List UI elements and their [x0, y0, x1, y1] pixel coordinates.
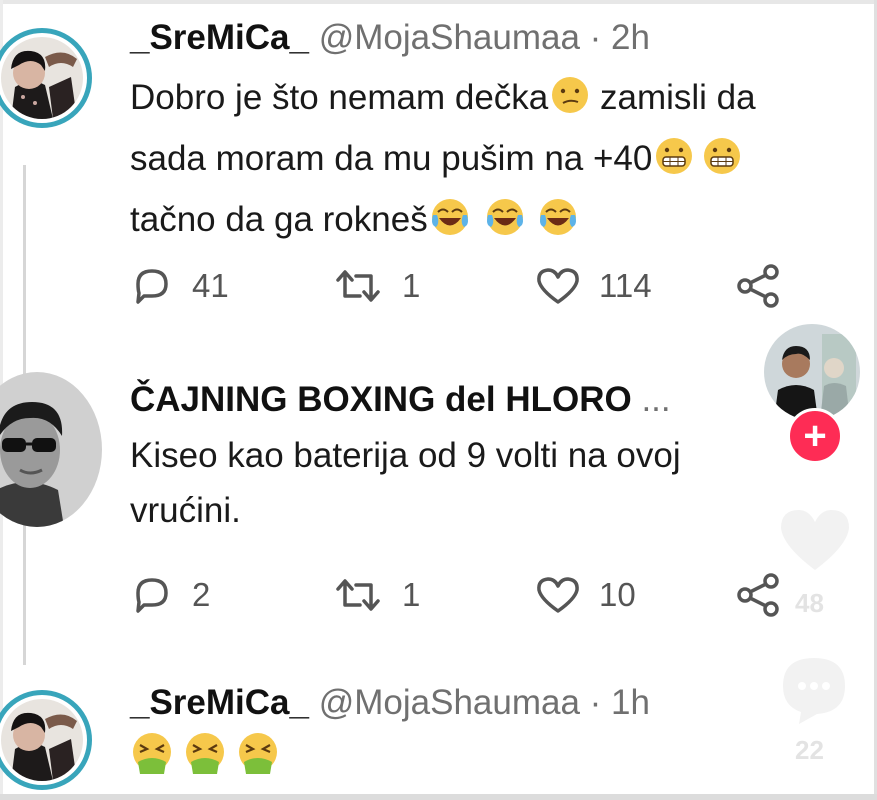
confused-face-emoji — [550, 75, 590, 131]
more-ellipsis: ... — [641, 380, 671, 419]
overlay-comment-button[interactable] — [775, 652, 853, 731]
heart-icon — [781, 510, 849, 570]
reply-button[interactable]: 2 — [130, 575, 210, 615]
timestamp: · 1h — [589, 683, 650, 722]
display-name[interactable]: _SreMiCa_ — [130, 683, 309, 722]
tweet[interactable]: ČAJNING BOXING del HLORO ... Kiseo kao b… — [130, 380, 877, 538]
tweet[interactable]: _SreMiCa_ @MojaShaumaa · 1h — [130, 683, 877, 792]
user-handle[interactable]: @MojaShaumaa — [319, 18, 580, 57]
reply-count: 2 — [192, 576, 211, 613]
grimacing-face-emoji — [654, 136, 742, 192]
screenshot-border-top — [0, 0, 877, 4]
nauseated-face-emoji — [130, 732, 280, 792]
retweet-button[interactable]: 1 — [332, 266, 420, 306]
tweet-text — [130, 731, 877, 792]
display-name[interactable]: _SreMiCa_ — [130, 18, 309, 57]
tweet-text-line: vrućini. — [130, 491, 241, 530]
like-button[interactable]: 114 — [535, 266, 652, 306]
tweet-text-line: zamisli da — [600, 78, 756, 117]
avatar[interactable] — [0, 690, 92, 790]
follow-plus-button[interactable]: + — [787, 408, 843, 464]
overlay-like-count: 48 — [795, 588, 824, 618]
screenshot-border-bottom — [0, 794, 877, 800]
like-count: 10 — [599, 576, 636, 613]
share-button[interactable] — [736, 264, 782, 308]
avatar[interactable] — [0, 372, 102, 527]
like-count: 114 — [599, 267, 652, 304]
like-icon — [537, 268, 579, 304]
share-icon — [737, 264, 779, 308]
like-button[interactable]: 10 — [535, 575, 636, 615]
avatar[interactable] — [0, 28, 92, 128]
retweet-count: 1 — [402, 267, 421, 304]
tears-of-joy-emoji — [430, 197, 580, 253]
comment-bubble-icon — [783, 658, 845, 724]
display-name[interactable]: ČAJNING BOXING del HLORO — [130, 380, 632, 419]
tweet-header: _SreMiCa_ @MojaShaumaa · 2h — [130, 18, 877, 58]
overlay-like-button[interactable] — [775, 500, 855, 585]
reply-button[interactable]: 41 — [130, 266, 229, 306]
tweet-header: _SreMiCa_ @MojaShaumaa · 1h — [130, 683, 877, 723]
timestamp: · 2h — [589, 18, 650, 57]
tweet-text: Kiseo kao baterija od 9 volti na ovoj vr… — [130, 428, 877, 538]
reply-count: 41 — [192, 267, 229, 304]
retweet-icon — [336, 270, 380, 302]
tweet-text-line: Dobro je što nemam dečka — [130, 78, 549, 117]
tweet-text: Dobro je što nemam dečka zamisli da sada… — [130, 70, 877, 253]
retweet-count: 1 — [402, 576, 421, 613]
reply-icon — [136, 578, 168, 613]
user-handle[interactable]: @MojaShaumaa — [319, 683, 580, 722]
overlay-comment-count: 22 — [795, 735, 824, 765]
tweet-text-line: sada moram da mu pušim na +40 — [130, 139, 653, 178]
reply-icon — [136, 269, 168, 304]
tweet-text-line: Kiseo kao baterija od 9 volti na ovoj — [130, 436, 681, 475]
tweet[interactable]: _SreMiCa_ @MojaShaumaa · 2h Dobro je što… — [130, 18, 877, 253]
like-icon — [537, 577, 579, 613]
tweet-text-line: tačno da ga rokneš — [130, 200, 428, 239]
retweet-button[interactable]: 1 — [332, 575, 420, 615]
retweet-icon — [336, 579, 380, 611]
